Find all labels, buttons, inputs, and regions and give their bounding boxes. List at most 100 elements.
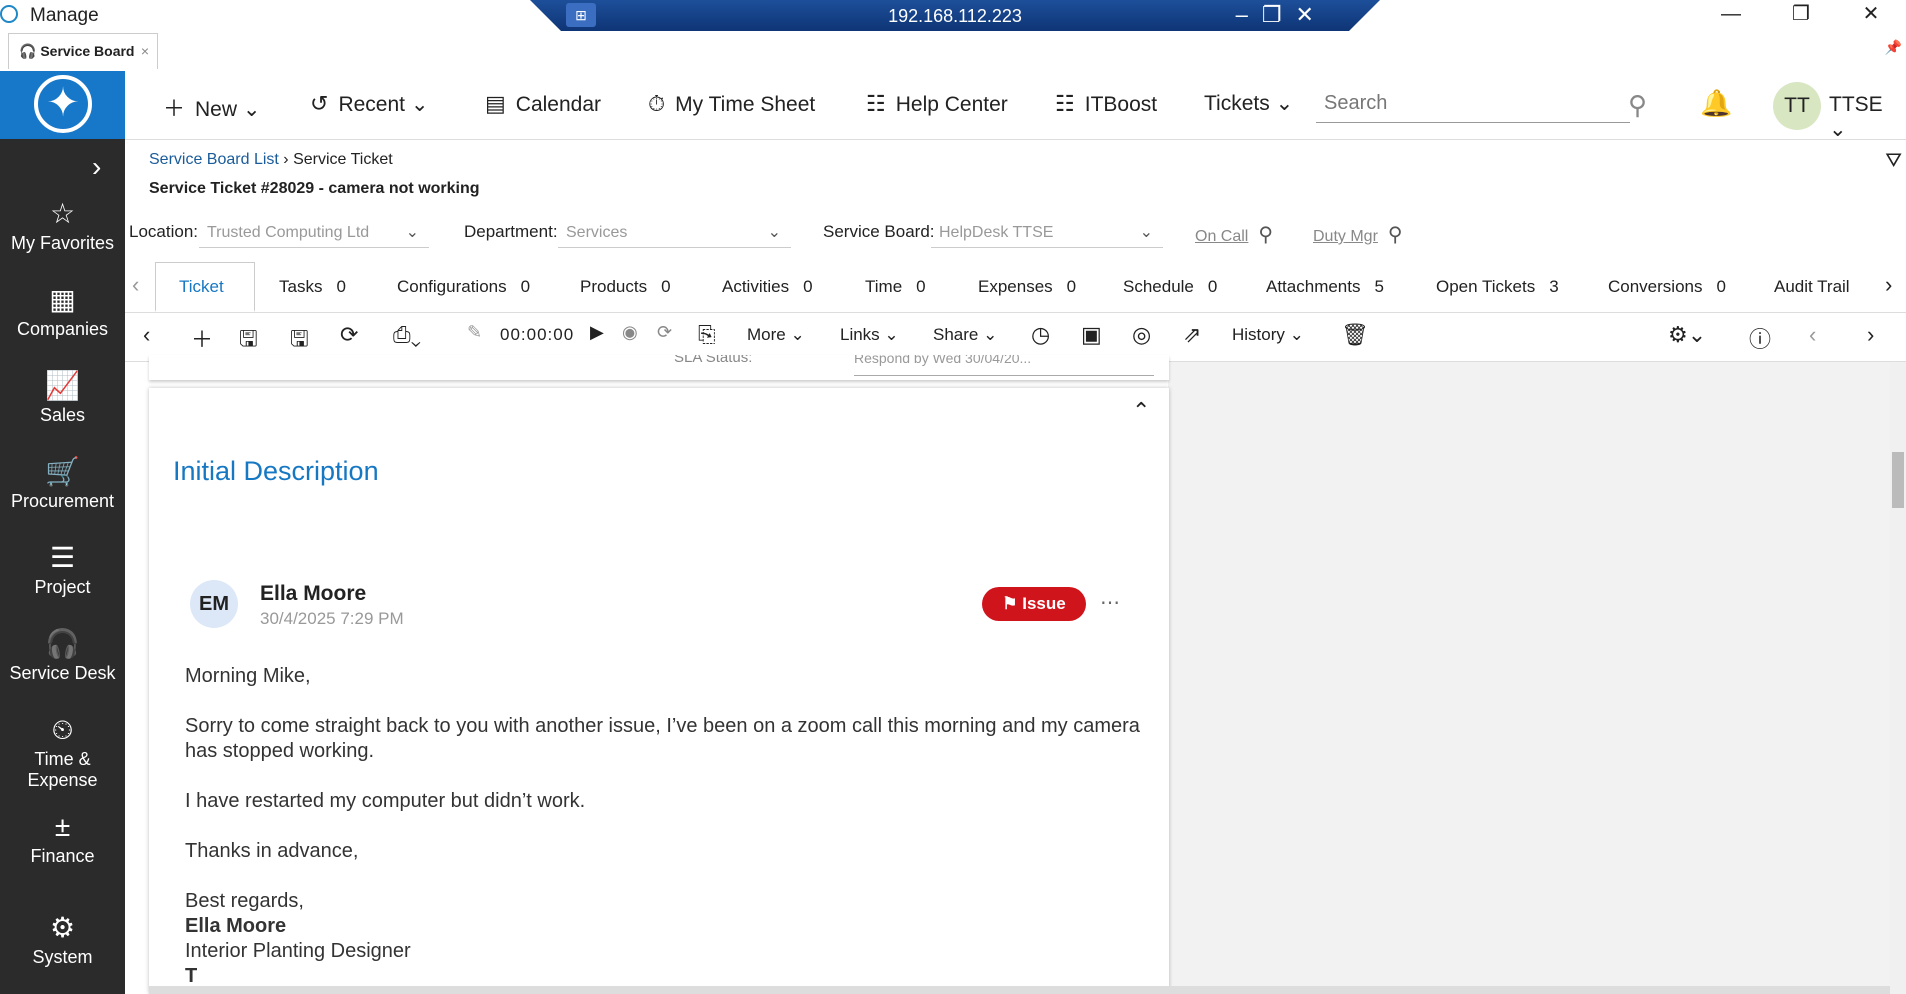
back-icon[interactable]: ‹	[143, 322, 150, 348]
tab-activities[interactable]: Activities 0	[722, 277, 813, 297]
chevron-down-icon: ⌄	[1275, 92, 1294, 115]
chevron-down-icon: ⌄	[790, 325, 805, 344]
prev-icon[interactable]: ‹	[1809, 322, 1816, 348]
play-icon[interactable]: ▶	[590, 322, 604, 343]
history-menu[interactable]: History ⌄	[1232, 325, 1304, 345]
new-button[interactable]: ＋ New ⌄	[163, 91, 260, 123]
on-call-link[interactable]: On Call ⚲	[1195, 222, 1273, 247]
message-greeting: Morning Mike,	[185, 665, 311, 687]
print-icon[interactable]: ⎙⌄	[393, 322, 421, 348]
reset-icon[interactable]: ⟳	[657, 322, 672, 343]
tab-products[interactable]: Products 0	[580, 277, 671, 297]
more-menu[interactable]: More ⌄	[747, 325, 805, 345]
tab-service-board[interactable]: 🎧 Service Board ×	[8, 33, 158, 69]
refresh-icon[interactable]: ⟳	[340, 322, 358, 348]
expand-sidebar-icon[interactable]: ›	[92, 151, 101, 183]
chevron-down-icon: ⌄	[767, 224, 781, 241]
page-title: Service Ticket #28029 - camera not worki…	[149, 180, 480, 197]
horizontal-scrollbar[interactable]	[149, 986, 1890, 994]
share-menu[interactable]: Share ⌄	[933, 325, 997, 345]
sla-select[interactable]: Respond by Wed 30/04/20...	[854, 355, 1154, 376]
sidebar-item-service-desk[interactable]: 🎧 Service Desk	[0, 625, 125, 684]
location-select[interactable]: Trusted Computing Ltd ⌄	[199, 218, 429, 248]
chevron-down-icon: ⌄	[405, 224, 419, 241]
tab-conversions[interactable]: Conversions 0	[1608, 277, 1726, 297]
more-options-icon[interactable]: ⋯	[1100, 590, 1120, 615]
tab-strip: 🎧 Service Board × 📌	[0, 31, 1906, 72]
tab-expenses[interactable]: Expenses 0	[978, 277, 1076, 297]
calendar-link[interactable]: ▤ Calendar	[485, 91, 601, 117]
headset-icon: 🎧	[19, 43, 37, 59]
user-menu[interactable]: TTSE ⌄	[1829, 93, 1906, 142]
flag-icon: ⚑	[1002, 594, 1018, 613]
next-icon[interactable]: ›	[1867, 322, 1874, 348]
search-input[interactable]: Search	[1316, 90, 1630, 123]
headset-icon: 🎧	[45, 628, 80, 659]
help-icon[interactable]: ⓘ	[1749, 322, 1771, 354]
vertical-scrollbar[interactable]	[1890, 362, 1906, 994]
recent-button[interactable]: ↺ Recent ⌄	[310, 91, 428, 117]
minimize-icon[interactable]: —	[1696, 0, 1766, 28]
sidebar-item-project[interactable]: ☰ Project	[0, 539, 125, 598]
department-select[interactable]: Services ⌄	[558, 218, 791, 248]
tab-audit-trail[interactable]: Audit Trail	[1774, 277, 1850, 297]
tab-open-tickets[interactable]: Open Tickets 3	[1436, 277, 1559, 297]
search-icon[interactable]: ⚲	[1628, 90, 1647, 121]
sidebar-item-procurement[interactable]: 🛒 Procurement	[0, 453, 125, 512]
tab-configurations[interactable]: Configurations 0	[397, 277, 530, 297]
chevron-right-icon: ›	[283, 151, 294, 168]
breadcrumb-service-board-list[interactable]: Service Board List	[149, 151, 279, 168]
itboost-link[interactable]: ☷ ITBoost	[1055, 91, 1157, 117]
tab-time[interactable]: Time 0	[865, 277, 926, 297]
sla-card: SLA Status: Respond by Wed 30/04/20...	[149, 355, 1169, 380]
sidebar-item-time-expense[interactable]: ⏲ Time & Expense	[0, 711, 125, 791]
duty-mgr-link[interactable]: Duty Mgr ⚲	[1313, 222, 1403, 247]
clock-icon[interactable]: ◷	[1031, 322, 1050, 348]
bell-icon[interactable]: 🔔	[1700, 88, 1732, 119]
help-icon: ☷	[866, 91, 886, 116]
tab-ticket[interactable]: Ticket	[179, 277, 224, 297]
service-board-select[interactable]: HelpDesk TTSE ⌄	[931, 218, 1163, 248]
user-circle-icon[interactable]: ◎	[1132, 322, 1151, 348]
tabs-scroll-left-icon[interactable]: ‹	[132, 272, 139, 298]
delete-icon[interactable]: 🗑	[1341, 322, 1369, 348]
sidebar-item-system[interactable]: ⚙ System	[0, 909, 125, 968]
sidebar-item-sales[interactable]: 📈 Sales	[0, 367, 125, 426]
links-menu[interactable]: Links ⌄	[840, 325, 899, 345]
tab-schedule[interactable]: Schedule 0	[1123, 277, 1217, 297]
timesheet-link[interactable]: ⏱ My Time Sheet	[648, 91, 815, 117]
search-icon[interactable]: ⚲	[1388, 222, 1403, 247]
external-link-icon[interactable]: ⇗	[1183, 322, 1201, 348]
remote-controls[interactable]: –❐✕	[1236, 2, 1328, 28]
tab-tasks[interactable]: Tasks 0	[279, 277, 346, 297]
calculator-icon: ±	[54, 811, 71, 842]
tab-close-icon[interactable]: ×	[141, 34, 149, 68]
settings-icon[interactable]: ⚙⌄	[1668, 322, 1706, 348]
scrollbar-thumb[interactable]	[1892, 452, 1904, 508]
pin-icon[interactable]: 📌	[1885, 39, 1902, 56]
tab-attachments[interactable]: Attachments 5	[1266, 277, 1384, 297]
tickets-menu[interactable]: Tickets ⌄	[1204, 91, 1293, 116]
issue-badge[interactable]: ⚑ Issue	[982, 587, 1086, 621]
collapse-icon[interactable]: ⌃	[1132, 398, 1150, 424]
avatar[interactable]: TT	[1773, 82, 1821, 130]
timestamp: 30/4/2025 7:29 PM	[260, 609, 404, 628]
chevron-down-icon: ⌄	[1829, 118, 1847, 141]
message-paragraph: I have restarted my computer but didn’t …	[185, 790, 586, 812]
location-label: Location:	[129, 222, 198, 241]
filter-icon[interactable]: ⛛	[1885, 150, 1902, 173]
sidebar-item-finance[interactable]: ± Finance	[0, 808, 125, 867]
maximize-icon[interactable]: ❐	[1766, 0, 1836, 28]
close-icon[interactable]: ✕	[1836, 0, 1906, 28]
copy-icon[interactable]: ⎘	[698, 322, 716, 348]
sidebar-item-favorites[interactable]: ☆ My Favorites	[0, 195, 125, 254]
brand-logo[interactable]: ✦	[0, 71, 125, 139]
stop-icon[interactable]: ◉	[622, 322, 638, 343]
search-icon[interactable]: ⚲	[1258, 222, 1273, 247]
sidebar-item-companies[interactable]: ▦ Companies	[0, 281, 125, 340]
clock-icon: ⏲	[51, 714, 74, 745]
help-center-link[interactable]: ☷ Help Center	[866, 91, 1008, 117]
tabs-scroll-right-icon[interactable]: ›	[1885, 272, 1892, 298]
money-icon[interactable]: ▣	[1081, 322, 1102, 348]
add-icon[interactable]: ＋	[191, 322, 213, 354]
